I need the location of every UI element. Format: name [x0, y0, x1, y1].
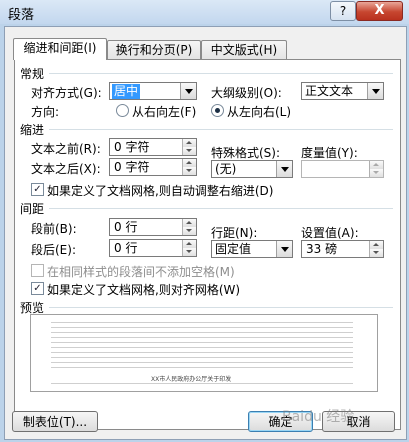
indent-before-stepper[interactable]: 0 字符: [109, 138, 197, 156]
ltr-label: 从左向右(L): [227, 105, 292, 119]
alignment-value: 居中: [112, 84, 141, 99]
auto-adjust-checkbox[interactable]: ✓: [31, 183, 44, 196]
set-value-label: 设置值(A):: [301, 226, 359, 240]
no-space-checkbox[interactable]: [31, 264, 44, 277]
preview-line: [51, 367, 353, 368]
section-spacing: 间距: [20, 202, 45, 216]
no-space-label: 在相同样式的段落间不添加空格(M): [47, 265, 235, 279]
set-value-value: 33 磅: [306, 242, 338, 256]
special-format-select[interactable]: (无): [211, 160, 293, 178]
preview-line: [51, 347, 353, 348]
space-before-label: 段前(B):: [31, 222, 77, 236]
preview-line: [51, 357, 353, 358]
section-general: 常规: [20, 67, 45, 81]
window-title: 段落: [8, 8, 35, 23]
spin-down-icon[interactable]: [370, 249, 383, 257]
space-after-value: 0 行: [114, 241, 138, 255]
indent-after-stepper[interactable]: 0 字符: [109, 158, 197, 176]
snap-grid-checkbox[interactable]: ✓: [31, 282, 44, 295]
chevron-down-icon[interactable]: [367, 83, 383, 99]
measure-label: 度量值(Y):: [301, 146, 358, 160]
close-button[interactable]: X: [356, 1, 403, 21]
tab-indent-spacing[interactable]: 缩进和间距(I): [13, 38, 107, 60]
alignment-label: 对齐方式(G):: [31, 86, 102, 100]
section-indent: 缩进: [20, 123, 45, 137]
help-button[interactable]: ?: [330, 1, 356, 21]
chevron-down-icon[interactable]: [276, 161, 292, 177]
preview-line: [51, 362, 353, 363]
special-format-value: (无): [215, 162, 237, 176]
preview-line: [51, 383, 353, 384]
spin-down-icon[interactable]: [370, 169, 383, 177]
tab-asian-typography[interactable]: 中文版式(H): [201, 40, 287, 60]
preview-line: [51, 327, 353, 328]
rtl-label: 从右向左(F): [132, 105, 197, 119]
ltr-radio[interactable]: [211, 104, 224, 117]
indent-before-value: 0 字符: [114, 140, 150, 154]
snap-grid-label: 如果定义了文档网格,则对齐网格(W): [47, 283, 241, 297]
line-spacing-value: 固定值: [215, 242, 252, 256]
spin-down-icon[interactable]: [183, 167, 196, 175]
indent-after-label: 文本之后(X):: [31, 162, 101, 176]
preview-caption: XX市人民政府办公厅关于印发: [151, 376, 232, 383]
divider: [49, 129, 393, 130]
space-after-label: 段后(E):: [31, 243, 76, 257]
space-after-stepper[interactable]: 0 行: [109, 239, 197, 257]
preview-line: [51, 322, 353, 323]
alignment-select[interactable]: 居中: [109, 82, 197, 100]
chevron-down-icon[interactable]: [276, 241, 292, 257]
outline-level-value: 正文文本: [305, 84, 354, 98]
tab-line-page-breaks[interactable]: 换行和分页(P): [107, 40, 201, 60]
space-before-value: 0 行: [114, 220, 138, 234]
direction-label: 方向:: [31, 105, 60, 119]
divider: [49, 73, 393, 74]
special-format-label: 特殊格式(S):: [211, 146, 281, 160]
preview-line: [51, 337, 353, 338]
title-bar: 段落 ? X: [0, 0, 409, 24]
line-spacing-label: 行距(N):: [211, 226, 258, 240]
rtl-radio[interactable]: [116, 104, 129, 117]
indent-after-value: 0 字符: [114, 160, 150, 174]
outline-level-label: 大纲级别(O):: [211, 86, 282, 100]
divider: [49, 208, 393, 209]
measure-stepper[interactable]: [301, 160, 384, 178]
preview-line: [51, 352, 353, 353]
divider: [49, 307, 393, 308]
dialog-body: 缩进和间距(I) 换行和分页(P) 中文版式(H) 常规 对齐方式(G): 居中…: [4, 26, 407, 440]
line-spacing-select[interactable]: 固定值: [211, 240, 293, 258]
preview-line: [51, 332, 353, 333]
spin-down-icon[interactable]: [183, 248, 196, 256]
auto-adjust-label: 如果定义了文档网格,则自动调整右缩进(D): [47, 184, 274, 198]
spin-down-icon[interactable]: [183, 147, 196, 155]
watermark: Baidu 经验: [282, 409, 355, 425]
outline-level-select[interactable]: 正文文本: [301, 82, 384, 100]
paragraph-preview: XX市人民政府办公厅关于印发: [30, 314, 378, 392]
indent-before-label: 文本之前(R):: [31, 142, 101, 156]
space-before-stepper[interactable]: 0 行: [109, 218, 197, 236]
tabs-button[interactable]: 制表位(T)...: [12, 411, 98, 432]
set-value-stepper[interactable]: 33 磅: [301, 240, 384, 258]
preview-line: [51, 342, 353, 343]
chevron-down-icon[interactable]: [180, 83, 196, 99]
spin-down-icon[interactable]: [183, 227, 196, 235]
